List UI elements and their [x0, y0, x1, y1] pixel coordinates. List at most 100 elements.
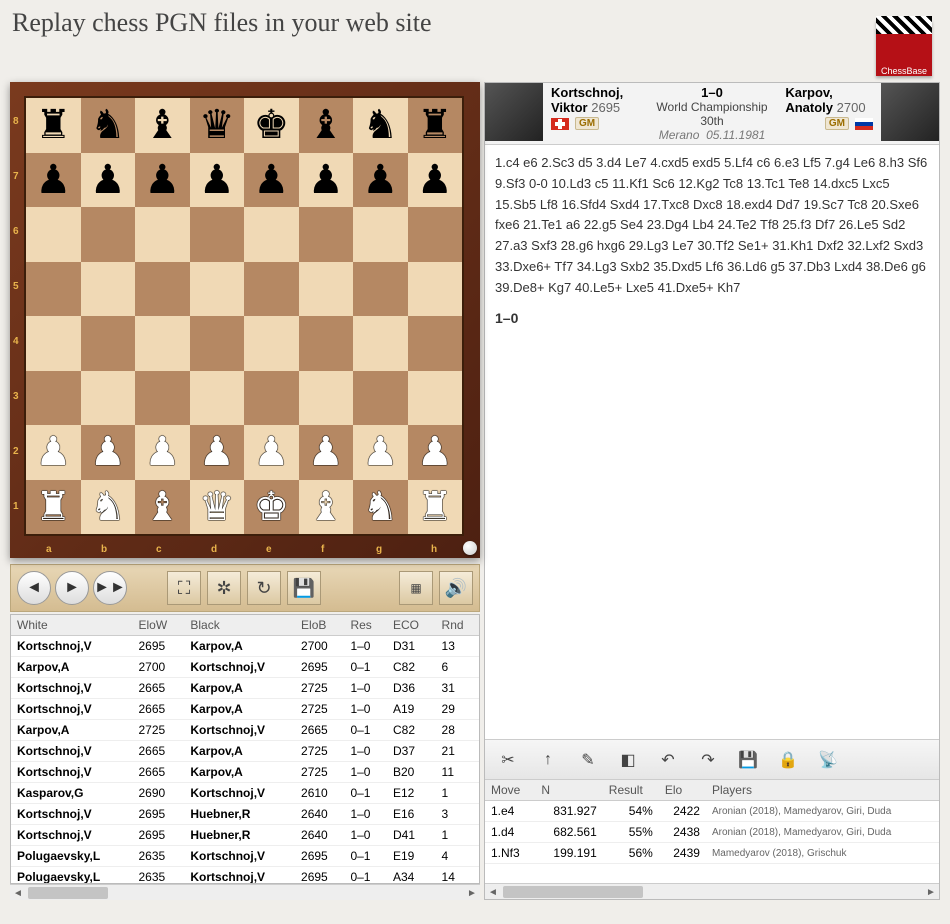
square-a5[interactable]	[26, 262, 81, 317]
white-pawn-icon[interactable]: ♟	[417, 432, 453, 472]
white-rook-icon[interactable]: ♜	[417, 487, 453, 527]
square-g8[interactable]: ♞	[353, 98, 408, 153]
table-row[interactable]: Karpov,A2700Kortschnoj,V26950–1C826	[11, 657, 479, 678]
table-row[interactable]: Kortschnoj,V2665Karpov,A27251–0D3631	[11, 678, 479, 699]
square-c7[interactable]: ♟	[135, 153, 190, 208]
square-h6[interactable]	[408, 207, 463, 262]
black-king-icon[interactable]: ♚	[253, 105, 289, 145]
column-header[interactable]: Black	[184, 615, 295, 636]
white-pawn-icon[interactable]: ♟	[199, 432, 235, 472]
square-b2[interactable]: ♟	[81, 425, 136, 480]
square-c5[interactable]	[135, 262, 190, 317]
black-rook-icon[interactable]: ♜	[417, 105, 453, 145]
square-f8[interactable]: ♝	[299, 98, 354, 153]
column-header[interactable]: Elo	[659, 780, 706, 801]
square-h8[interactable]: ♜	[408, 98, 463, 153]
square-f3[interactable]	[299, 371, 354, 426]
square-c6[interactable]	[135, 207, 190, 262]
column-header[interactable]: White	[11, 615, 132, 636]
column-header[interactable]: N	[535, 780, 602, 801]
black-knight-icon[interactable]: ♞	[90, 105, 126, 145]
square-d2[interactable]: ♟	[190, 425, 245, 480]
column-header[interactable]: ECO	[387, 615, 436, 636]
table-row[interactable]: 1.d4682.56155%2438Aronian (2018), Mamedy…	[485, 822, 939, 843]
square-b8[interactable]: ♞	[81, 98, 136, 153]
engine-icon[interactable]: ✲	[207, 571, 241, 605]
square-g5[interactable]	[353, 262, 408, 317]
black-pawn-icon[interactable]: ♟	[199, 160, 235, 200]
table-row[interactable]: Kasparov,G2690Kortschnoj,V26100–1E121	[11, 783, 479, 804]
square-e4[interactable]	[244, 316, 299, 371]
square-d6[interactable]	[190, 207, 245, 262]
white-knight-icon[interactable]: ♞	[90, 487, 126, 527]
table-row[interactable]: Kortschnoj,V2695Huebner,R26401–0D411	[11, 825, 479, 846]
play-button[interactable]: ►►	[93, 571, 127, 605]
table-row[interactable]: Polugaevsky,L2635Kortschnoj,V26950–1E194	[11, 846, 479, 867]
save-icon[interactable]: 💾	[287, 571, 321, 605]
square-e7[interactable]: ♟	[244, 153, 299, 208]
black-pawn-icon[interactable]: ♟	[35, 160, 71, 200]
square-a2[interactable]: ♟	[26, 425, 81, 480]
square-b7[interactable]: ♟	[81, 153, 136, 208]
broadcast-icon[interactable]: 📡	[817, 749, 839, 771]
square-d1[interactable]: ♛	[190, 480, 245, 535]
column-header[interactable]: Move	[485, 780, 535, 801]
square-g2[interactable]: ♟	[353, 425, 408, 480]
square-f2[interactable]: ♟	[299, 425, 354, 480]
pencil-icon[interactable]: ✎	[577, 749, 599, 771]
cut-icon[interactable]: ✂	[497, 749, 519, 771]
square-f6[interactable]	[299, 207, 354, 262]
resize-handle[interactable]	[463, 541, 477, 555]
square-b5[interactable]	[81, 262, 136, 317]
square-a3[interactable]	[26, 371, 81, 426]
square-g4[interactable]	[353, 316, 408, 371]
square-e2[interactable]: ♟	[244, 425, 299, 480]
column-header[interactable]: Rnd	[436, 615, 479, 636]
square-e3[interactable]	[244, 371, 299, 426]
column-header[interactable]: EloW	[132, 615, 184, 636]
horizontal-scrollbar[interactable]: ◄ ►	[485, 883, 939, 899]
column-header[interactable]: Res	[344, 615, 387, 636]
square-h2[interactable]: ♟	[408, 425, 463, 480]
square-g1[interactable]: ♞	[353, 480, 408, 535]
black-queen-icon[interactable]: ♛	[199, 105, 235, 145]
table-row[interactable]: Kortschnoj,V2695Huebner,R26401–0E163	[11, 804, 479, 825]
table-row[interactable]: Kortschnoj,V2665Karpov,A27251–0D3721	[11, 741, 479, 762]
table-row[interactable]: 1.e4831.92754%2422Aronian (2018), Mamedy…	[485, 801, 939, 822]
black-knight-icon[interactable]: ♞	[362, 105, 398, 145]
black-pawn-icon[interactable]: ♟	[253, 160, 289, 200]
square-e6[interactable]	[244, 207, 299, 262]
column-header[interactable]: Players	[706, 780, 939, 801]
square-b4[interactable]	[81, 316, 136, 371]
move-notation[interactable]: 1.c4 e6 2.Sc3 d5 3.d4 Le7 4.cxd5 exd5 5.…	[485, 145, 939, 739]
table-row[interactable]: Polugaevsky,L2635Kortschnoj,V26950–1A341…	[11, 867, 479, 885]
square-e5[interactable]	[244, 262, 299, 317]
redo-icon[interactable]: ↷	[697, 749, 719, 771]
games-table[interactable]: WhiteEloWBlackEloBResECORnd Kortschnoj,V…	[10, 614, 480, 884]
square-h3[interactable]	[408, 371, 463, 426]
square-f1[interactable]: ♝	[299, 480, 354, 535]
square-a8[interactable]: ♜	[26, 98, 81, 153]
square-d4[interactable]	[190, 316, 245, 371]
next-move-button[interactable]: ►	[55, 571, 89, 605]
square-b1[interactable]: ♞	[81, 480, 136, 535]
white-pawn-icon[interactable]: ♟	[253, 432, 289, 472]
square-c8[interactable]: ♝	[135, 98, 190, 153]
board-style-icon[interactable]: ▦	[399, 571, 433, 605]
undo-icon[interactable]: ↶	[657, 749, 679, 771]
square-a6[interactable]	[26, 207, 81, 262]
horizontal-scrollbar[interactable]: ◄ ►	[10, 884, 480, 900]
square-g3[interactable]	[353, 371, 408, 426]
square-b6[interactable]	[81, 207, 136, 262]
lock-icon[interactable]: 🔒	[777, 749, 799, 771]
white-king-icon[interactable]: ♚	[253, 487, 289, 527]
square-g6[interactable]	[353, 207, 408, 262]
opening-book-table[interactable]: MoveNResultEloPlayers 1.e4831.92754%2422…	[485, 779, 939, 883]
square-c3[interactable]	[135, 371, 190, 426]
black-rook-icon[interactable]: ♜	[35, 105, 71, 145]
table-row[interactable]: Kortschnoj,V2695Karpov,A27001–0D3113	[11, 636, 479, 657]
square-f5[interactable]	[299, 262, 354, 317]
white-pawn-icon[interactable]: ♟	[90, 432, 126, 472]
square-h5[interactable]	[408, 262, 463, 317]
black-pawn-icon[interactable]: ♟	[144, 160, 180, 200]
